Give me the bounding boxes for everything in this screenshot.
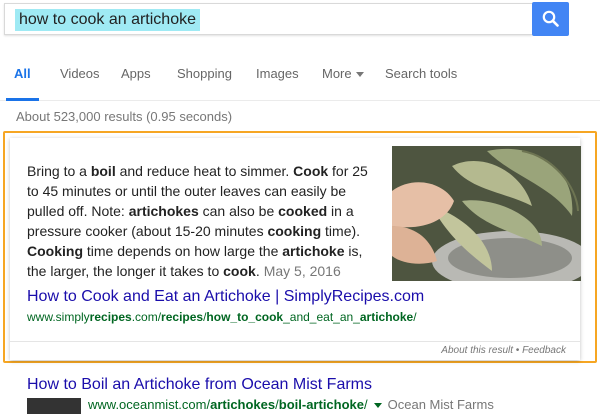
snippet-footer: About this result • Feedback: [441, 345, 566, 356]
result-url-text[interactable]: www.oceanmist.com/artichokes /boil-artich…: [88, 397, 368, 412]
search-query-text: how to cook an artichoke: [15, 9, 200, 31]
snippet-body: Bring to a boil and reduce heat to simme…: [27, 163, 368, 279]
search-icon: [542, 10, 559, 27]
snippet-text-segment: Cooking: [27, 243, 83, 259]
snippet-text: Bring to a boil and reduce heat to simme…: [27, 161, 383, 281]
snippet-title-link[interactable]: How to Cook and Eat an Artichoke | Simpl…: [27, 288, 424, 306]
tab-videos[interactable]: Videos: [60, 66, 100, 81]
tab-shopping[interactable]: Shopping: [177, 66, 232, 81]
snippet-text-segment: cooking: [267, 223, 322, 239]
url-segment: www.oceanmist.com/: [88, 397, 211, 412]
search-button[interactable]: [532, 2, 569, 36]
tab-apps[interactable]: Apps: [121, 66, 151, 81]
snippet-date: May 5, 2016: [263, 263, 341, 279]
url-segment: how_to_cook: [206, 310, 284, 324]
snippet-text-segment: cook: [223, 263, 256, 279]
about-this-result-link[interactable]: About this result: [441, 345, 513, 356]
search-tabs: All Videos Apps Shopping Images More Sea…: [0, 56, 600, 101]
active-tab-indicator: [6, 98, 39, 101]
result-source: Ocean Mist Farms: [387, 397, 494, 412]
url-segment: boil-artichoke: [278, 397, 365, 412]
tab-more-label: More: [322, 66, 352, 81]
result-url: www.oceanmist.com/artichokes /boil-artich…: [88, 397, 494, 412]
snippet-text-segment: Cook: [293, 163, 329, 179]
snippet-text-segment: .: [255, 263, 260, 279]
artichoke-photo[interactable]: [392, 146, 581, 281]
url-segment: _and_eat_an_: [283, 310, 360, 324]
snippet-text-segment: can also be: [198, 203, 279, 219]
snippet-text-segment: artichoke: [282, 243, 345, 259]
search-bar: how to cook an artichoke: [0, 0, 600, 38]
snippet-text-segment: time depends on how large the: [83, 243, 283, 259]
artichoke-image: [392, 146, 581, 281]
snippet-text-segment: cooked: [278, 203, 328, 219]
divider: [10, 341, 580, 342]
tab-images[interactable]: Images: [256, 66, 299, 81]
snippet-text-segment: Bring to a: [27, 163, 91, 179]
caret-down-icon[interactable]: [373, 403, 382, 409]
search-input[interactable]: how to cook an artichoke: [4, 3, 532, 35]
feedback-link[interactable]: Feedback: [522, 345, 566, 356]
snippet-text-segment: and reduce heat to simmer.: [115, 163, 294, 179]
featured-snippet: Bring to a boil and reduce heat to simme…: [10, 138, 581, 360]
tab-all[interactable]: All: [14, 66, 31, 81]
result-stats: About 523,000 results (0.95 seconds): [16, 109, 233, 124]
url-segment: www.simply: [27, 310, 90, 324]
snippet-url[interactable]: www.simplyrecipes.com/recipes/how_to_coo…: [27, 310, 417, 324]
snippet-text-segment: artichokes: [128, 203, 199, 219]
url-segment: artichoke: [359, 310, 414, 324]
url-segment: /: [413, 310, 417, 324]
caret-down-icon: [355, 72, 364, 78]
snippet-text-segment: boil: [90, 163, 116, 179]
url-segment: recipes: [161, 310, 204, 324]
tab-more[interactable]: More: [322, 66, 364, 81]
footer-separator: •: [513, 345, 523, 356]
url-segment: .com/: [131, 310, 162, 324]
url-segment: artichokes: [210, 397, 276, 412]
result-title-link[interactable]: How to Boil an Artichoke from Ocean Mist…: [27, 376, 372, 394]
url-segment: recipes: [89, 310, 132, 324]
tab-search-tools[interactable]: Search tools: [385, 66, 457, 81]
snippet-text-segment: time).: [321, 223, 361, 239]
url-segment: /: [364, 397, 368, 412]
